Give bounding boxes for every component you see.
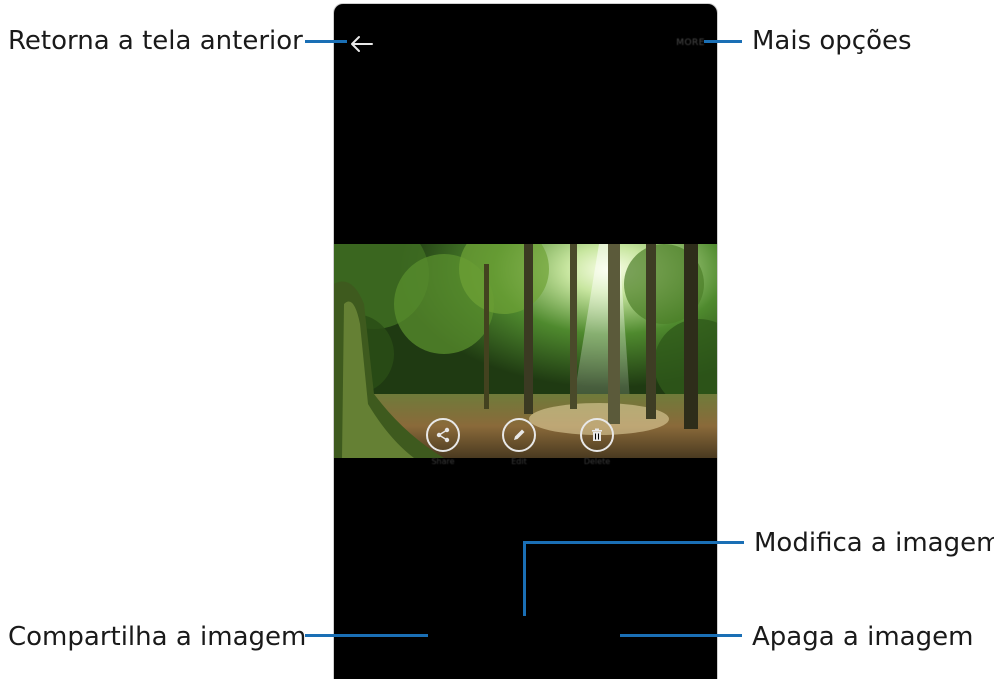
callout-edit-line-horizontal [523,541,744,544]
share-label: Share [431,457,455,466]
callout-more-label: Mais opções [752,26,912,56]
delete-label: Delete [583,457,611,466]
arrow-left-icon [351,36,373,52]
callout-edit-line-vertical [523,541,526,616]
edit-label: Edit [511,457,527,466]
callout-share-label: Compartilha a imagem [8,622,307,652]
callout-delete-line [620,634,742,637]
callout-more-line [704,40,742,43]
callout-delete-label: Apaga a imagem [752,622,974,652]
share-button[interactable]: Share [426,418,460,466]
pencil-icon [514,429,525,440]
callout-back-line [305,40,347,43]
callout-edit-label: Modifica a imagem [754,528,994,558]
callout-share-line [305,634,428,637]
trash-icon [592,428,602,441]
back-button[interactable] [346,32,376,56]
delete-button[interactable]: Delete [580,418,614,466]
callout-back-label: Retorna a tela anterior [8,26,303,56]
more-options-button[interactable]: MORE [676,38,705,48]
share-icon [436,427,450,443]
edit-button[interactable]: Edit [502,418,536,466]
